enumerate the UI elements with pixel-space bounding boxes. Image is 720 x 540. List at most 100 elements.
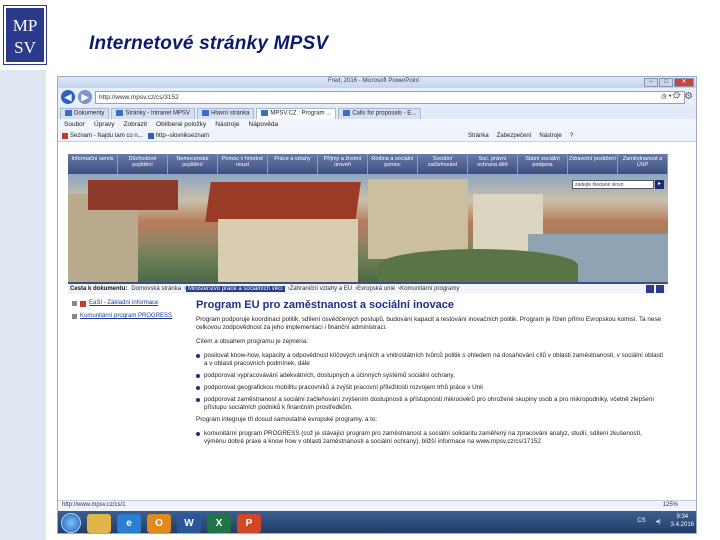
language-indicator[interactable]: CS: [637, 518, 645, 524]
tab-icon: [343, 110, 351, 116]
menu-nastroje[interactable]: Nástroje: [215, 121, 239, 128]
help-icon[interactable]: ?: [570, 133, 573, 139]
list-item: podporovat vypracovávání adekvátních, do…: [196, 372, 664, 380]
close-button[interactable]: ✕: [674, 78, 694, 87]
nav-item[interactable]: Informační servis: [68, 154, 118, 174]
taskbar-app-outlook[interactable]: O: [147, 513, 171, 533]
taskbar-app-word[interactable]: W: [177, 513, 201, 533]
slide-title: Internetové stránky MPSV: [89, 33, 329, 54]
command-nastroje[interactable]: Nástroje: [539, 133, 561, 139]
menu-zobrazit[interactable]: Zobrazit: [124, 121, 147, 128]
address-bar[interactable]: http://www.mpsv.cz/cs/3152 ⌕ ▾ ⟳: [95, 90, 685, 104]
taskbar-app-powerpoint[interactable]: P: [237, 513, 261, 533]
clock-date: 3.4.2016: [670, 522, 694, 528]
search-button[interactable]: ▸: [655, 180, 664, 189]
tab-intranet[interactable]: Stránky - Intranet MPSV: [111, 108, 196, 119]
favorite-slovnik[interactable]: http--slovnikseznam: [147, 132, 209, 139]
list-item: posilovat know-how, kapacity a odpovědno…: [196, 352, 664, 368]
sidebar: EaSI - Základní informace Komunitární pr…: [68, 294, 186, 450]
mpsv-logo: MP SV: [3, 5, 47, 65]
tab-mpsv-program[interactable]: MPSV.CZ : Program ...: [256, 108, 337, 119]
breadcrumb-item[interactable]: Zahraniční vztahy a EU: [290, 286, 352, 292]
back-button[interactable]: ◀: [61, 90, 75, 104]
nav-item[interactable]: Pomoc v hmotné nouzi: [218, 154, 268, 174]
window-titlebar: Fred, 2016 - Microsoft PowerPoint – □ ✕: [58, 77, 696, 88]
gear-icon[interactable]: ⚙: [684, 91, 693, 102]
bullet-icon: [196, 398, 200, 402]
breadcrumb-item[interactable]: Komunitární programy: [400, 286, 459, 292]
window-controls: – □ ✕: [644, 78, 694, 87]
sidebar-item-easi: EaSI - Základní informace: [72, 300, 182, 307]
tab-icon: [202, 110, 210, 116]
nav-item[interactable]: Sociální začleňování: [418, 154, 468, 174]
list-item: podporovat zaměstnanost a sociální začle…: [196, 396, 664, 412]
browser-screenshot: Fred, 2016 - Microsoft PowerPoint – □ ✕ …: [57, 76, 697, 534]
zoom-level[interactable]: 125%: [663, 502, 678, 508]
nav-item[interactable]: Příjmy a životní úroveň: [318, 154, 368, 174]
start-button[interactable]: [61, 513, 81, 533]
bullet-icon: [196, 432, 200, 436]
nav-item[interactable]: Nemocenské pojištění: [168, 154, 218, 174]
nav-item[interactable]: Zdravotní postižení: [568, 154, 618, 174]
tab-hlavni-stranka[interactable]: Hlavní stránka: [197, 108, 255, 119]
breadcrumb-item[interactable]: Ministerstvo práce a sociálních věcí: [186, 286, 285, 292]
tab-icon: [116, 110, 124, 116]
site-search-input[interactable]: zadejte hledané slovo: [572, 180, 654, 189]
minimize-button[interactable]: –: [644, 78, 658, 87]
breadcrumb-item[interactable]: Domovská stránka: [131, 286, 181, 292]
system-tray: CS ◂) 9:34 3.4.2016: [637, 513, 694, 529]
tab-icon: [65, 110, 72, 116]
sidebar-link-progress[interactable]: Komunitární program PROGRESS: [80, 313, 172, 320]
taskbar-app-ie[interactable]: e: [117, 513, 141, 533]
favorite-seznam[interactable]: Seznam - Najdu tam co n...: [62, 132, 143, 139]
favorite-icon: [62, 132, 68, 139]
status-bar: http://www.mpsv.cz/cs/1 125%: [58, 500, 696, 511]
taskbar-app-excel[interactable]: X: [207, 513, 231, 533]
nav-item[interactable]: Důchodové pojištění: [118, 154, 168, 174]
forward-button[interactable]: ▶: [78, 90, 92, 104]
command-stranka[interactable]: Stránka: [468, 133, 489, 139]
menu-napoveda[interactable]: Nápověda: [249, 121, 279, 128]
volume-icon[interactable]: ◂): [656, 518, 661, 525]
programs-list: komunitární program PROGRESS (což je stá…: [196, 430, 664, 446]
home-icon[interactable]: ⌂: [661, 91, 667, 102]
goals-intro: Cílem a obsahem programu je zejména:: [196, 338, 308, 345]
nav-item[interactable]: Rodina a sociální pomoc: [368, 154, 418, 174]
breadcrumb-item[interactable]: Evropská unie: [357, 286, 395, 292]
maximize-button[interactable]: □: [659, 78, 673, 87]
web-page: Informační servis Důchodové pojištění Ne…: [68, 154, 668, 533]
nav-item[interactable]: Soc. právní ochrana dětí: [468, 154, 518, 174]
slide: MP SV Internetové stránky MPSV Fred, 2016…: [0, 0, 720, 540]
bullet-icon: [196, 354, 200, 358]
accessibility-icons: [646, 285, 664, 293]
nav-item[interactable]: Zaměstnanost a ÚSP: [618, 154, 668, 174]
menu-upravy[interactable]: Úpravy: [94, 121, 115, 128]
tabs-row: Dokumenty Stránky - Intranet MPSV Hlavní…: [58, 106, 696, 119]
command-zabezpeceni[interactable]: Zabezpečení: [497, 133, 532, 139]
article-intro: Program podporuje koordinaci politik, sd…: [196, 316, 662, 331]
print-icon[interactable]: [656, 285, 664, 293]
article-heading: Program EU pro zaměstnanost a sociální i…: [196, 299, 454, 311]
menu-soubor[interactable]: Soubor: [64, 121, 85, 128]
browser-right-icons: ⌂ ☆ ⚙: [661, 91, 693, 102]
sidebar-item-progress: Komunitární program PROGRESS: [72, 313, 182, 320]
accessibility-icon[interactable]: [646, 285, 654, 293]
sidebar-link-easi[interactable]: EaSI - Základní informace: [89, 300, 158, 307]
menu-oblibene[interactable]: Oblíbené položky: [156, 121, 206, 128]
window-title: Fred, 2016 - Microsoft PowerPoint: [328, 78, 420, 84]
list-item: podporovat geografickou mobilitu pracovn…: [196, 384, 664, 392]
nav-item[interactable]: Práce a vztahy: [268, 154, 318, 174]
breadcrumb: Cesta k dokumentu: Domovská stránka › Min…: [68, 282, 668, 294]
nav-item[interactable]: Státní sociální podpora: [518, 154, 568, 174]
site-navigation: Informační servis Důchodové pojištění Ne…: [68, 154, 668, 174]
breadcrumb-label: Cesta k dokumentu:: [70, 286, 128, 292]
tab-dokumenty[interactable]: Dokumenty: [60, 108, 110, 119]
tab-icon: [261, 110, 269, 116]
taskbar-app-folder[interactable]: [87, 513, 111, 533]
tab-calls-for-proposals[interactable]: Calls for proposals - E...: [338, 108, 422, 119]
star-icon[interactable]: ☆: [671, 91, 680, 102]
favorite-icon: [147, 132, 154, 139]
clock[interactable]: 9:34 3.4.2016: [671, 513, 694, 529]
taskbar: e O W X P CS ◂) 9:34 3.4.2016: [58, 511, 696, 533]
address-text: http://www.mpsv.cz/cs/3152: [99, 93, 179, 101]
